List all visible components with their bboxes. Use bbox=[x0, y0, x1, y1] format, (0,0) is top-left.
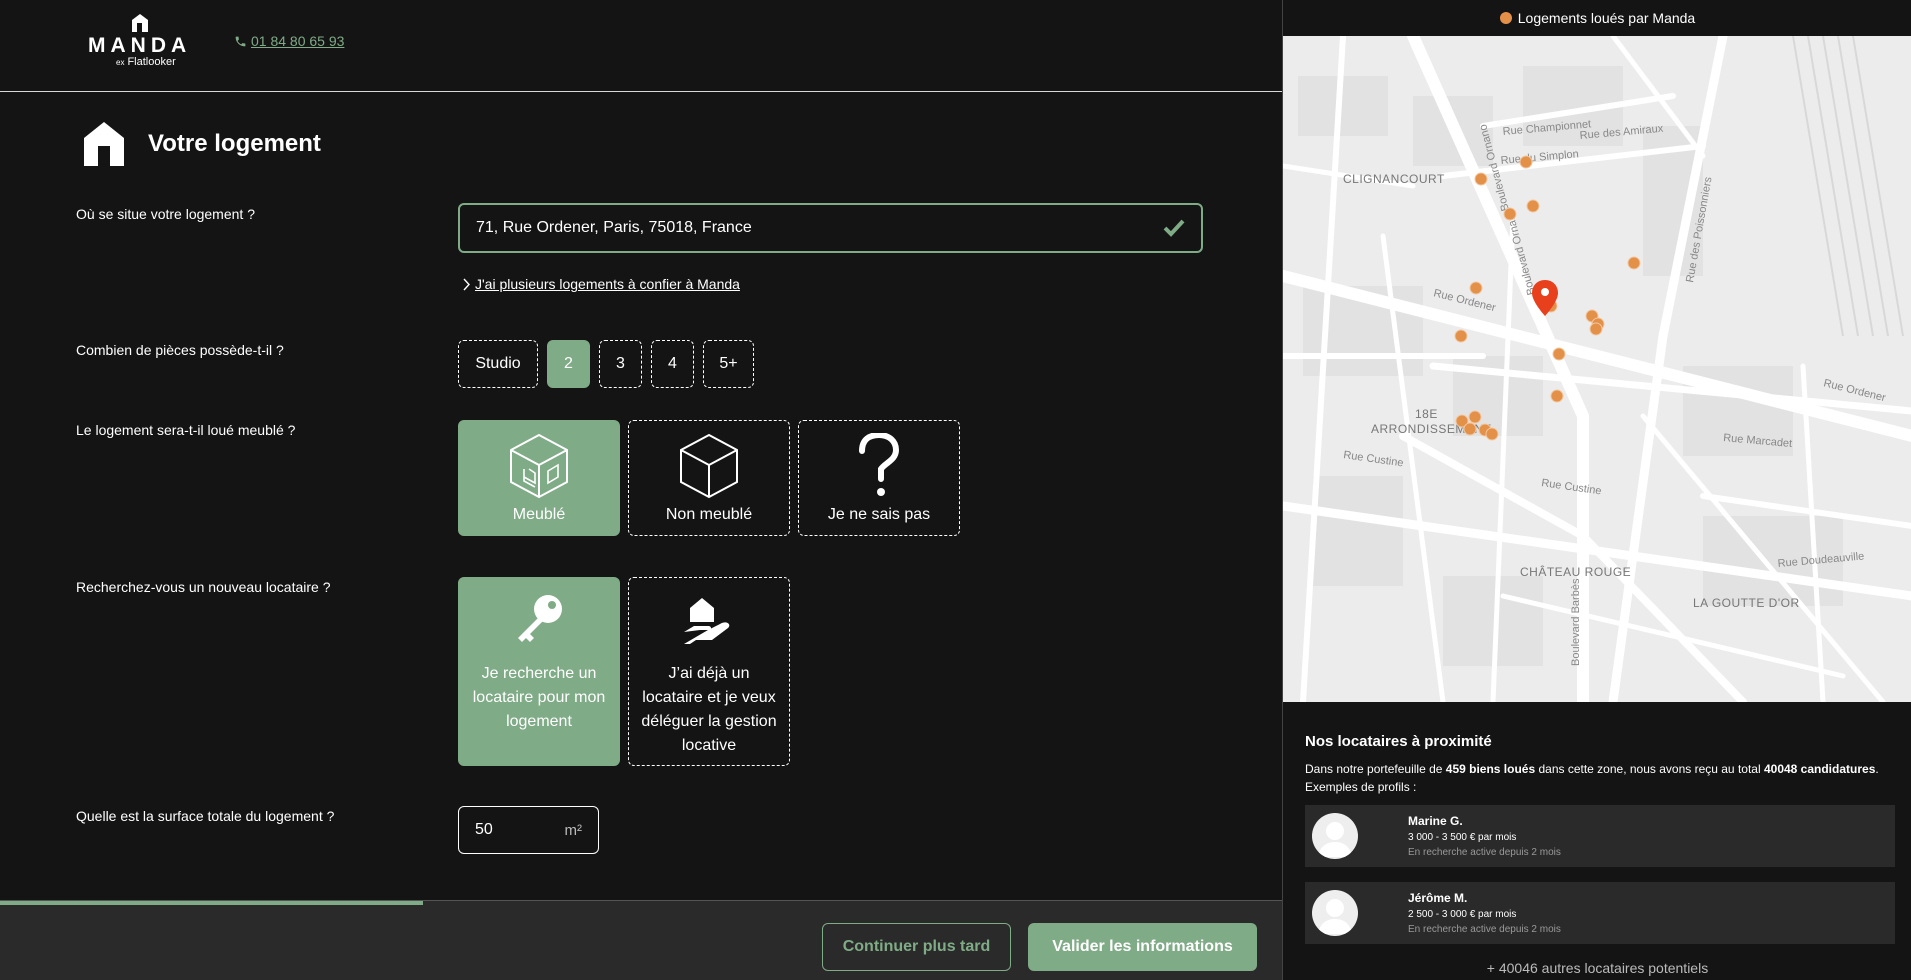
furnished-selector: Meublé Non meublé Je ne sais pas bbox=[458, 420, 960, 536]
room-option-studio[interactable]: Studio bbox=[458, 340, 538, 388]
check-icon bbox=[1163, 219, 1185, 237]
logo-house-icon bbox=[132, 14, 148, 32]
room-option-3[interactable]: 3 bbox=[599, 340, 642, 388]
form-pane: MANDA ex Flatlooker 01 84 80 65 93 Votre … bbox=[0, 0, 1282, 980]
map-canvas: CLIGNANCOURT 18E ARRONDISSEMENT CHÂTEAU … bbox=[1283, 36, 1911, 702]
validate-button[interactable]: Valider les informations bbox=[1028, 923, 1257, 971]
option-unfurnished[interactable]: Non meublé bbox=[628, 420, 790, 536]
question-location: Où se situe votre logement ? bbox=[76, 206, 255, 222]
user-avatar-icon bbox=[1318, 899, 1352, 934]
label-bd-barbes: Boulevard Barbès bbox=[1570, 578, 1582, 666]
chevron-right-icon bbox=[463, 278, 470, 290]
label-chateau-rouge: CHÂTEAU ROUGE bbox=[1520, 564, 1631, 579]
option-unknown[interactable]: Je ne sais pas bbox=[798, 420, 960, 536]
option-unfurnished-label: Non meublé bbox=[665, 506, 753, 523]
label-arr-1: 18E bbox=[1415, 407, 1438, 421]
room-option-4[interactable]: 4 bbox=[651, 340, 694, 388]
nearby-tenants: Nos locataires à proximité Dans notre po… bbox=[1305, 733, 1895, 796]
legend-dot-icon bbox=[1499, 12, 1512, 24]
logo-text: MANDA bbox=[88, 34, 192, 57]
tenant-selector: Je recherche un locataire pour mon logem… bbox=[458, 577, 790, 766]
question-surface: Quelle est la surface totale du logement… bbox=[76, 808, 335, 824]
option-furnished-label: Meublé bbox=[512, 506, 566, 523]
question-tenant: Recherchez-vous un nouveau locataire ? bbox=[76, 579, 331, 595]
question-furnished: Le logement sera-t-il loué meublé ? bbox=[76, 422, 296, 438]
phone-link[interactable]: 01 84 80 65 93 bbox=[234, 33, 344, 49]
nearby-title: Nos locataires à proximité bbox=[1305, 733, 1492, 750]
address-input[interactable]: 71, Rue Ordener, Paris, 75018, France bbox=[458, 203, 1203, 253]
surface-input[interactable]: 50 m² bbox=[458, 806, 599, 854]
room-option-5plus[interactable]: 5+ bbox=[703, 340, 754, 388]
tenant-card: Jérôme M. 2 500 - 3 000 € par mois En re… bbox=[1305, 882, 1895, 944]
option-delegate-label: J’ai déjà un locataire et je veux délégu… bbox=[641, 665, 777, 754]
option-furnished[interactable]: Meublé bbox=[458, 420, 620, 536]
question-mark-icon bbox=[859, 433, 900, 496]
avatar bbox=[1312, 890, 1358, 936]
tenant-budget: 3 000 - 3 500 € par mois bbox=[1408, 832, 1517, 843]
phone-icon bbox=[235, 36, 246, 46]
tenant-name: Jérôme M. bbox=[1408, 891, 1468, 905]
surface-unit: m² bbox=[564, 821, 583, 839]
continue-later-button[interactable]: Continuer plus tard bbox=[822, 923, 1011, 971]
phone-number: 01 84 80 65 93 bbox=[251, 33, 345, 49]
key-icon bbox=[518, 595, 562, 642]
progress-bar bbox=[0, 901, 424, 905]
option-unknown-label: Je ne sais pas bbox=[827, 506, 931, 523]
house-icon bbox=[84, 122, 124, 166]
avatar bbox=[1312, 813, 1358, 859]
label-goutte-dor: LA GOUTTE D'OR bbox=[1693, 596, 1800, 610]
map[interactable]: CLIGNANCOURT 18E ARRONDISSEMENT CHÂTEAU … bbox=[1283, 36, 1911, 702]
empty-cube-icon bbox=[680, 433, 738, 499]
tenant-status: En recherche active depuis 2 mois bbox=[1408, 924, 1561, 935]
more-tenants-link[interactable]: + 40046 autres locataires potentiels bbox=[1283, 960, 1911, 976]
section-header: Votre logement bbox=[84, 122, 321, 166]
multiple-properties-label: J'ai plusieurs logements à confier à Man… bbox=[475, 276, 740, 292]
furnished-cube-icon bbox=[510, 433, 568, 499]
footer-bar: Continuer plus tard Valider les informat… bbox=[0, 900, 1282, 980]
map-legend-label: Logements loués par Manda bbox=[1517, 10, 1696, 26]
option-find-tenant-label: Je recherche un locataire pour mon logem… bbox=[472, 665, 606, 730]
rooms-selector: Studio 2 3 4 5+ bbox=[458, 340, 754, 388]
manda-logo[interactable]: MANDA ex Flatlooker bbox=[88, 12, 190, 72]
address-value: 71, Rue Ordener, Paris, 75018, France bbox=[476, 219, 752, 236]
user-avatar-icon bbox=[1318, 822, 1352, 857]
question-rooms: Combien de pièces possède-t-il ? bbox=[76, 342, 284, 358]
logo-subtext: ex Flatlooker bbox=[116, 56, 176, 68]
map-legend: Logements loués par Manda bbox=[1283, 0, 1911, 36]
tenant-card: Marine G. 3 000 - 3 500 € par mois En re… bbox=[1305, 805, 1895, 867]
tenant-name: Marine G. bbox=[1408, 814, 1463, 828]
map-pane: Logements loués par Manda CLIGNANCOURT 1… bbox=[1282, 0, 1911, 980]
tenant-budget: 2 500 - 3 000 € par mois bbox=[1408, 909, 1517, 920]
tenant-status: En recherche active depuis 2 mois bbox=[1408, 847, 1561, 858]
room-option-2[interactable]: 2 bbox=[547, 340, 590, 388]
option-find-tenant[interactable]: Je recherche un locataire pour mon logem… bbox=[458, 577, 620, 766]
surface-value: 50 bbox=[475, 821, 493, 838]
top-bar: MANDA ex Flatlooker 01 84 80 65 93 bbox=[0, 0, 1282, 92]
label-clignancourt: CLIGNANCOURT bbox=[1343, 172, 1445, 186]
hand-house-icon bbox=[684, 598, 730, 644]
page-title: Votre logement bbox=[148, 130, 321, 157]
option-delegate-management[interactable]: J’ai déjà un locataire et je veux délégu… bbox=[628, 577, 790, 766]
nearby-description: Dans notre portefeuille de 459 biens lou… bbox=[1305, 762, 1879, 794]
multiple-properties-link[interactable]: J'ai plusieurs logements à confier à Man… bbox=[462, 276, 740, 292]
